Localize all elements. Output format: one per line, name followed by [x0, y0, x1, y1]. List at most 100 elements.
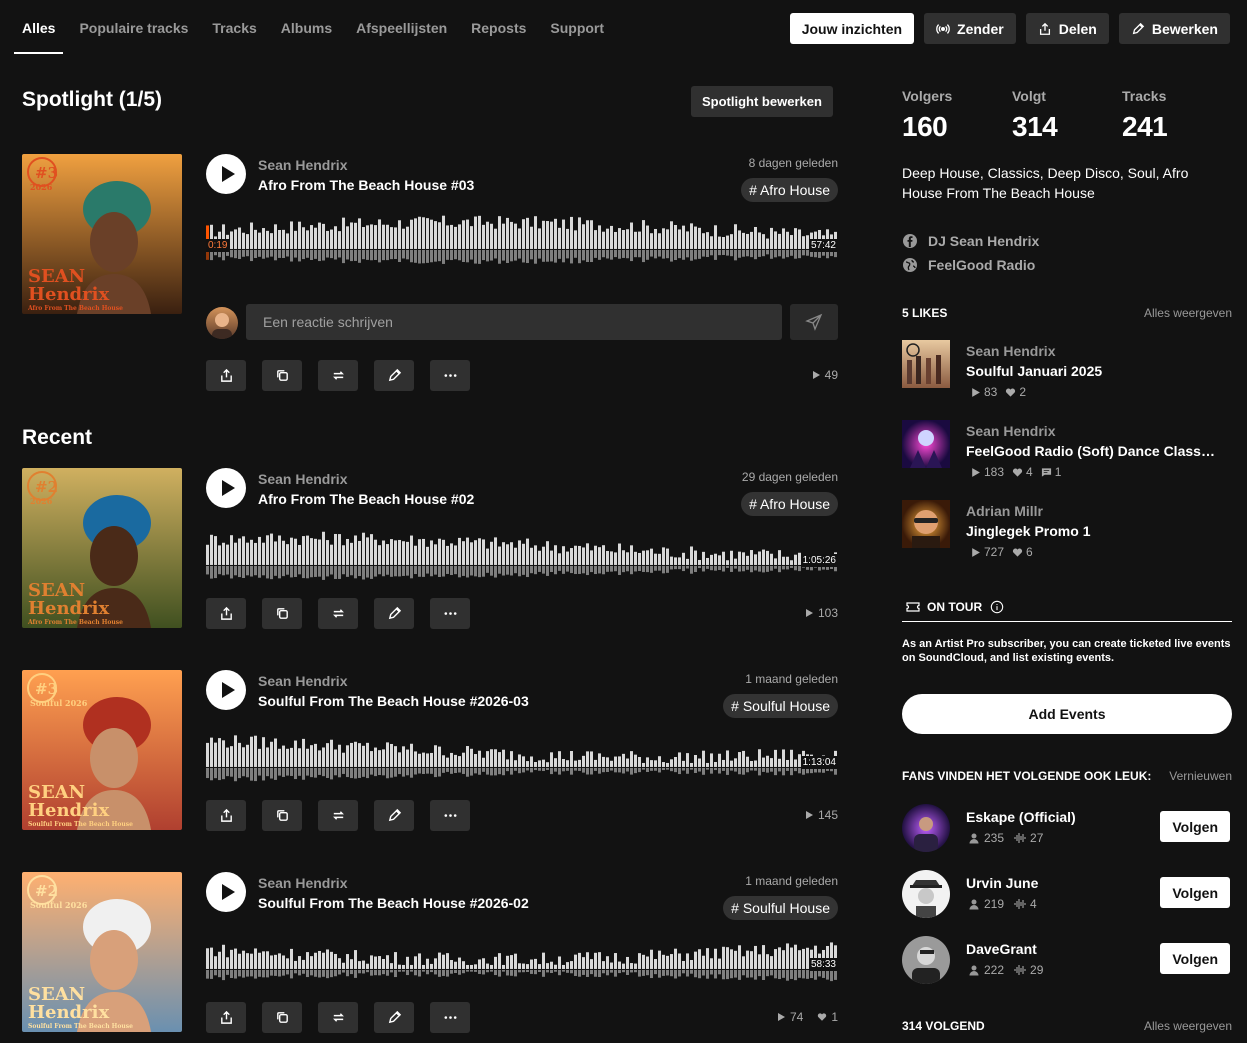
edit-track-button[interactable] — [374, 598, 414, 629]
facebook-link[interactable]: DJ Sean Hendrix — [902, 229, 1039, 253]
play-button[interactable] — [206, 154, 246, 194]
track-tag[interactable]: # Afro House — [741, 492, 838, 516]
edit-spotlight-button[interactable]: Spotlight bewerken — [691, 86, 833, 117]
artist-avatar[interactable] — [902, 936, 950, 984]
website-link[interactable]: FeelGood Radio — [902, 253, 1039, 277]
track-title[interactable]: Soulful From The Beach House #2026-03 — [258, 693, 529, 709]
track-artwork[interactable]: #3 Soulful 2026 SEAN Hendrix Soulful From Th… — [22, 670, 182, 830]
liked-track-title[interactable]: FeelGood Radio (Soft) Dance Classics Vol… — [966, 443, 1218, 459]
track-artwork[interactable]: #2 2026 SEAN Hendrix Afro From The Beach Hou… — [22, 468, 182, 628]
tab-afspeellijsten[interactable]: Afspeellijsten — [348, 0, 455, 54]
liked-track-artist[interactable]: Adrian Millr — [966, 503, 1043, 519]
likes-show-all-link[interactable]: Alles weergeven — [1144, 306, 1232, 320]
liked-track[interactable]: Sean Hendrix FeelGood Radio (Soft) Dance… — [902, 420, 1232, 480]
play-button[interactable] — [206, 468, 246, 508]
following-show-all-link[interactable]: Alles weergeven — [1144, 1019, 1232, 1033]
track-tag[interactable]: # Soulful House — [723, 694, 838, 718]
waveform-reflection — [450, 565, 453, 576]
play-button[interactable] — [206, 670, 246, 710]
track-artist[interactable]: Sean Hendrix — [258, 673, 347, 689]
tab-alles[interactable]: Alles — [14, 0, 64, 54]
refresh-link[interactable]: Vernieuwen — [1169, 769, 1232, 783]
waveform[interactable]: 1:05:26 — [206, 528, 838, 584]
track-artwork[interactable]: #3 2026 SEAN Hendrix Afro From The Beach Hou… — [22, 154, 182, 314]
play-button[interactable] — [206, 872, 246, 912]
copy-link-button[interactable] — [262, 1002, 302, 1033]
track-artist[interactable]: Sean Hendrix — [258, 471, 347, 487]
following-count[interactable]: Volgt 314 — [1012, 88, 1122, 143]
tracks-count[interactable]: Tracks 241 — [1122, 88, 1232, 143]
follow-button[interactable]: Volgen — [1160, 811, 1230, 842]
artist-name[interactable]: DaveGrant — [966, 941, 1037, 957]
liked-track-artwork[interactable] — [902, 500, 950, 548]
waveform[interactable]: 58:33 — [206, 932, 838, 988]
share-track-button[interactable] — [206, 1002, 246, 1033]
artist-avatar[interactable] — [902, 804, 950, 852]
add-events-button[interactable]: Add Events — [902, 694, 1232, 734]
liked-track-artist[interactable]: Sean Hendrix — [966, 423, 1055, 439]
tab-reposts[interactable]: Reposts — [463, 0, 534, 54]
artist-name[interactable]: Urvin June — [966, 875, 1038, 891]
liked-track-artist[interactable]: Sean Hendrix — [966, 343, 1055, 359]
tab-albums[interactable]: Albums — [273, 0, 340, 54]
more-button[interactable] — [430, 1002, 470, 1033]
waveform-bar — [602, 545, 605, 565]
waveform-bar — [726, 947, 729, 969]
track-artwork[interactable]: #2 Soulful 2026 SEAN Hendrix Soulful From Th… — [22, 872, 182, 1032]
waveform-bar — [250, 953, 253, 969]
waveform[interactable]: 1:13:04 — [206, 730, 838, 786]
share-track-button[interactable] — [206, 800, 246, 831]
waveform-reflection — [334, 249, 337, 260]
repost-button[interactable] — [318, 598, 358, 629]
more-button[interactable] — [430, 800, 470, 831]
more-button[interactable] — [430, 598, 470, 629]
liked-track[interactable]: Adrian Millr Jinglegek Promo 1 727 6 — [902, 500, 1232, 560]
tab-tracks[interactable]: Tracks — [204, 0, 264, 54]
track-title[interactable]: Soulful From The Beach House #2026-02 — [258, 895, 529, 911]
waveform-bar — [446, 545, 449, 565]
artist-avatar[interactable] — [902, 870, 950, 918]
share-track-button[interactable] — [206, 598, 246, 629]
liked-track-title[interactable]: Jinglegek Promo 1 — [966, 523, 1218, 539]
waveform-reflection — [598, 565, 601, 574]
liked-track-title[interactable]: Soulful Januari 2025 — [966, 363, 1218, 379]
waveform-reflection — [834, 969, 837, 980]
liked-track-artwork[interactable] — [902, 340, 950, 388]
station-button[interactable]: Zender — [924, 13, 1016, 44]
tab-populaire-tracks[interactable]: Populaire tracks — [71, 0, 196, 54]
edit-track-button[interactable] — [374, 360, 414, 391]
tab-support[interactable]: Support — [542, 0, 612, 54]
track-tag[interactable]: # Soulful House — [723, 896, 838, 920]
waveform-bar — [614, 756, 617, 767]
info-icon[interactable] — [990, 600, 1004, 614]
more-button[interactable] — [430, 360, 470, 391]
edit-track-button[interactable] — [374, 800, 414, 831]
track-artist[interactable]: Sean Hendrix — [258, 157, 347, 173]
copy-link-button[interactable] — [262, 360, 302, 391]
track-artist[interactable]: Sean Hendrix — [258, 875, 347, 891]
track-title[interactable]: Afro From The Beach House #03 — [258, 177, 474, 193]
share-button[interactable]: Delen — [1025, 13, 1109, 44]
comment-input[interactable] — [246, 304, 782, 340]
repost-button[interactable] — [318, 800, 358, 831]
copy-link-button[interactable] — [262, 800, 302, 831]
track-tag[interactable]: # Afro House — [741, 178, 838, 202]
waveform-bar — [602, 756, 605, 767]
repost-button[interactable] — [318, 1002, 358, 1033]
follow-button[interactable]: Volgen — [1160, 943, 1230, 974]
copy-link-button[interactable] — [262, 598, 302, 629]
followers-count[interactable]: Volgers 160 — [902, 88, 1012, 143]
edit-profile-button[interactable]: Bewerken — [1118, 13, 1230, 44]
liked-track-artwork[interactable] — [902, 420, 950, 468]
share-track-button[interactable] — [206, 360, 246, 391]
liked-track[interactable]: Sean Hendrix Soulful Januari 2025 83 2 — [902, 340, 1232, 400]
follow-button[interactable]: Volgen — [1160, 877, 1230, 908]
artist-name[interactable]: Eskape (Official) — [966, 809, 1076, 825]
insights-button[interactable]: Jouw inzichten — [789, 13, 915, 44]
waveform[interactable]: 0:19 57:42 — [206, 212, 838, 268]
repost-button[interactable] — [318, 360, 358, 391]
send-comment-button[interactable] — [790, 304, 838, 340]
like-count[interactable]: 1 — [817, 1010, 838, 1024]
edit-track-button[interactable] — [374, 1002, 414, 1033]
track-title[interactable]: Afro From The Beach House #02 — [258, 491, 474, 507]
